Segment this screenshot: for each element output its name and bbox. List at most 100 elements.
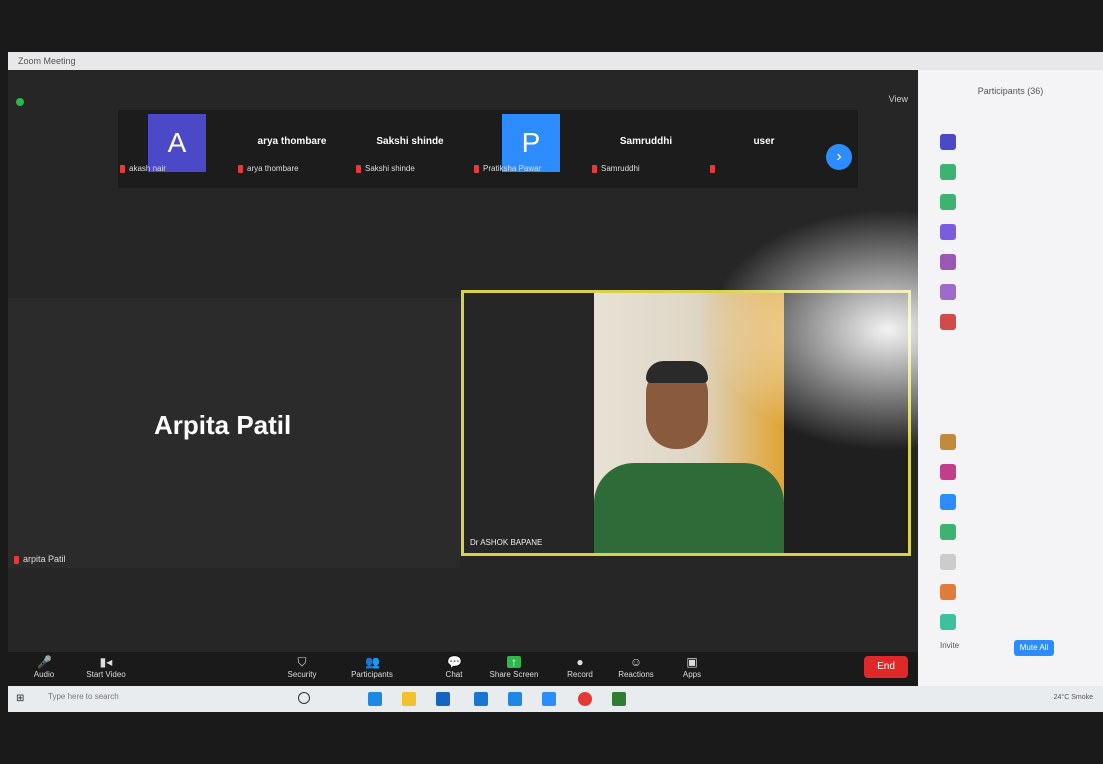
mute-all-button[interactable]: Mute All [1014,640,1054,656]
avatar [940,314,956,330]
participant-row[interactable] [940,554,1100,572]
system-tray[interactable]: 24°C Smoke [1054,694,1093,701]
tile-label-text: arpita Patil [23,554,66,564]
windows-taskbar: ⊞ Type here to search 24°C Smoke [8,686,1103,712]
chevron-right-icon[interactable]: › [826,144,852,170]
video-background [784,293,908,553]
smile-icon: ☺ [629,655,643,669]
participant-row[interactable] [940,524,1100,542]
tile-label: arpita Patil [14,554,66,564]
task-view-icon[interactable] [298,692,310,704]
folder-icon[interactable] [402,692,416,706]
toolbar-label: Security [287,670,317,679]
security-button[interactable]: ⛉ Security [274,652,330,679]
video-tile-active-speaker[interactable]: Dr ASHOK BAPANE [461,290,911,556]
participant-row[interactable] [940,494,1100,512]
gallery-strip: A akash nair arya thombare arya thombare… [118,110,858,188]
microphone-icon: 🎤 [37,655,52,669]
zoom-icon[interactable] [508,692,522,706]
share-icon: ↑ [507,656,521,668]
tile-label: Dr ASHOK BAPANE [470,538,542,547]
participant-thumb[interactable]: Samruddhi Samruddhi [590,110,702,176]
mic-muted-icon [474,164,479,173]
avatar [940,524,956,540]
toolbar-label: Record [567,670,593,679]
taskbar-search[interactable]: Type here to search [48,692,119,701]
participant-row[interactable] [940,134,1100,152]
participants-button[interactable]: 👥 Participants [344,652,400,679]
speaker-hair [646,361,708,383]
invite-button[interactable]: Invite [940,641,959,650]
participant-row[interactable] [940,314,1100,332]
edge-icon[interactable] [368,692,382,706]
apps-icon: ▣ [686,655,698,669]
share-screen-button[interactable]: ↑ Share Screen [486,652,542,679]
mic-muted-icon [14,555,19,564]
reactions-button[interactable]: ☺ Reactions [608,652,664,679]
participant-row[interactable] [940,194,1100,212]
mic-muted-icon [238,164,243,173]
chrome-icon[interactable] [578,692,592,706]
avatar [940,284,956,300]
toolbar-label: Apps [682,670,702,679]
participant-thumb[interactable]: Sakshi shinde Sakshi shinde [354,110,466,176]
thumb-name: Sakshi shinde [376,136,444,147]
mail-icon[interactable] [474,692,488,706]
participant-row[interactable] [940,584,1100,602]
thumb-label: Pratiksha Pawar [474,164,541,173]
participant-row[interactable] [940,284,1100,302]
tile-label-text: Dr ASHOK BAPANE [470,538,543,547]
participant-row[interactable] [940,224,1100,242]
participant-thumb[interactable]: user [708,110,820,176]
people-icon: 👥 [365,655,380,669]
excel-icon[interactable] [612,692,626,706]
windows-start-icon[interactable]: ⊞ [16,694,26,704]
mic-muted-icon [120,164,125,173]
toolbar-label: Reactions [618,670,654,679]
avatar [940,614,956,630]
avatar [940,464,956,480]
meeting-toolbar: 🎤 Audio ▮◂ Start Video ⛉ Security 👥 Particip… [8,652,918,686]
window-titlebar: Zoom Meeting [8,52,1103,70]
thumb-label: Samruddhi [592,164,640,173]
security-indicator-icon[interactable] [16,98,24,106]
thumb-label: arya thombare [238,164,299,173]
end-meeting-button[interactable]: End [864,656,908,678]
participant-thumb[interactable]: arya thombare arya thombare [236,110,348,176]
thumb-name: arya thombare [257,136,327,147]
thumb-label: akash nair [120,164,166,173]
speaker-body [594,463,784,553]
participant-row[interactable] [940,614,1100,632]
audio-button[interactable]: 🎤 Audio [16,652,72,679]
mic-muted-icon [356,164,361,173]
participant-row[interactable] [940,164,1100,182]
store-icon[interactable] [436,692,450,706]
start-video-button[interactable]: ▮◂ Start Video [78,652,134,679]
participant-row[interactable] [940,464,1100,482]
participant-thumb[interactable]: A akash nair [118,110,230,176]
toolbar-label: Chat [445,670,463,679]
video-tile-arpita[interactable]: Arpita Patil arpita Patil [8,298,460,568]
chat-button[interactable]: 💬 Chat [426,652,482,679]
record-button[interactable]: ● Record [552,652,608,679]
view-button[interactable]: View [889,94,908,104]
thumb-label-text: akash nair [129,164,166,173]
zoom-window: Zoom Meeting View A akash nair arya thom… [8,52,1103,712]
mic-muted-icon [710,164,715,173]
avatar [940,224,956,240]
participants-panel: Participants (36) Invite Mute All [918,70,1103,686]
participant-row[interactable] [940,254,1100,272]
meet-icon[interactable] [542,692,556,706]
toolbar-label: Start Video [86,670,126,679]
avatar [940,584,956,600]
apps-button[interactable]: ▣ Apps [664,652,720,679]
avatar [940,164,956,180]
toolbar-label: Audio [33,670,55,679]
meeting-area: View A akash nair arya thombare arya tho… [8,70,1068,652]
participant-thumb[interactable]: P Pratiksha Pawar [472,110,584,176]
speaker-video [594,293,784,553]
participant-row[interactable] [940,434,1100,452]
panel-subheader [918,96,1103,114]
shield-icon: ⛉ [297,655,307,669]
window-title: Zoom Meeting [18,56,76,66]
